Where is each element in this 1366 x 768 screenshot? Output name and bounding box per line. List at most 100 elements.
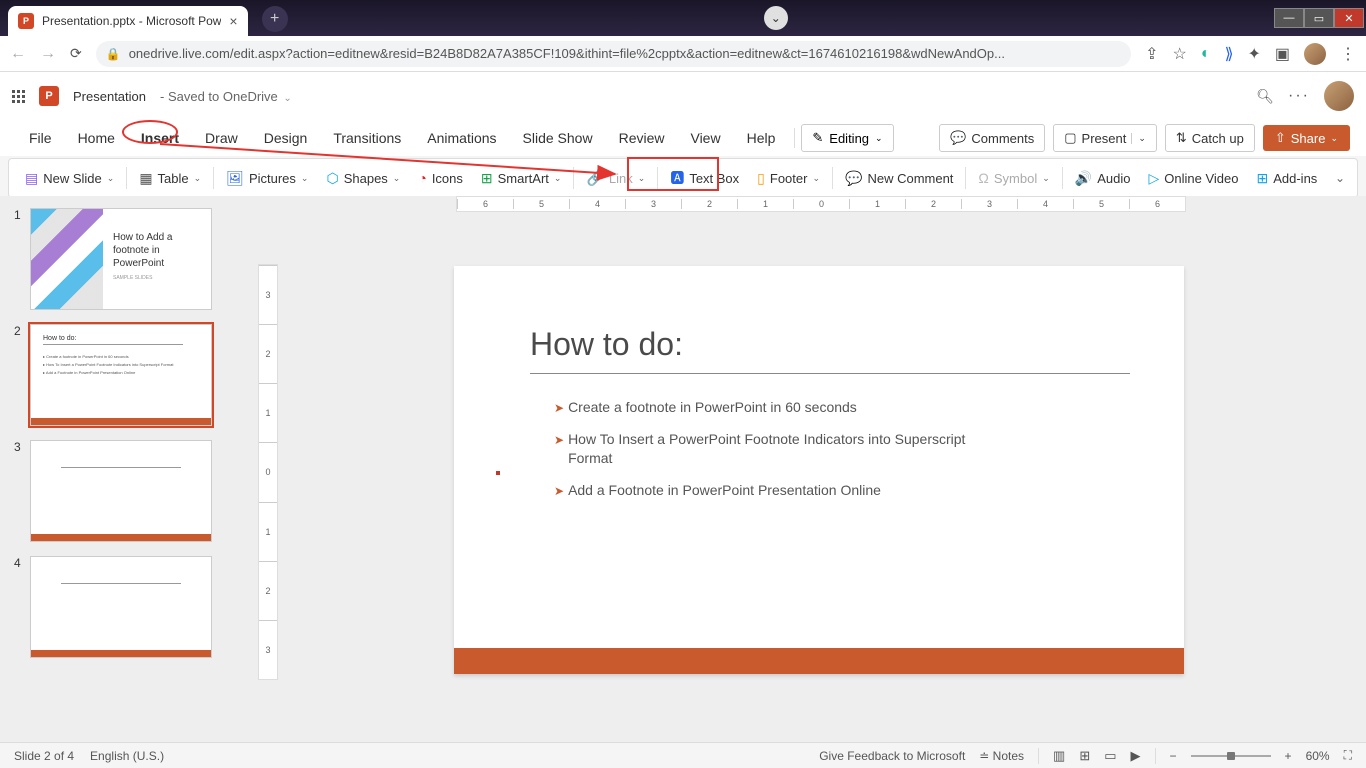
ruler-tick: 2 (259, 561, 277, 620)
menu-view[interactable]: View (677, 124, 733, 152)
extension-teal-icon[interactable]: ◐ (1201, 45, 1211, 63)
addins-button[interactable]: ⊞Add-ins (1248, 166, 1325, 191)
puzzle-icon[interactable]: ✦ (1247, 44, 1260, 64)
zoom-out-button[interactable]: − (1170, 749, 1177, 763)
menu-home[interactable]: Home (65, 124, 128, 152)
zoom-slider[interactable] (1191, 755, 1271, 757)
ruler-tick: 3 (259, 265, 277, 324)
content-area: 1 How to Add a footnote in PowerPoint SA… (0, 196, 1366, 742)
url-bar[interactable]: 🔒 onedrive.live.com/edit.aspx?action=edi… (96, 41, 1131, 67)
sidepanel-icon[interactable]: ▣ (1275, 44, 1290, 64)
status-separator (1155, 748, 1156, 764)
editing-mode-button[interactable]: ✎ Editing ⌄ (801, 124, 893, 152)
collapse-icon[interactable]: ⌄ (764, 6, 788, 30)
icons-button[interactable]: ◔Icons (410, 166, 471, 190)
zoom-in-button[interactable]: + (1285, 749, 1292, 763)
menu-slideshow[interactable]: Slide Show (510, 124, 606, 152)
pictures-button[interactable]: 🖼Pictures⌄ (218, 166, 316, 191)
menu-file[interactable]: File (16, 124, 65, 152)
new-tab-button[interactable]: + (262, 6, 288, 32)
close-window-button[interactable]: ✕ (1334, 8, 1364, 28)
bookmark-icon[interactable]: ☆ (1173, 44, 1187, 64)
menu-transitions[interactable]: Transitions (320, 124, 414, 152)
thumbnail-row: 4 (14, 556, 226, 658)
cast-icon[interactable]: ⟫ (1225, 44, 1234, 64)
menu-help[interactable]: Help (734, 124, 789, 152)
text-cursor-indicator (496, 471, 500, 475)
footer-button[interactable]: ▯Footer⌄ (749, 166, 828, 191)
document-title[interactable]: Presentation (73, 89, 146, 104)
new-comment-button[interactable]: 💬New Comment (837, 166, 961, 191)
tab-close-icon[interactable]: × (229, 13, 237, 29)
addins-icon: ⊞ (1256, 170, 1268, 187)
thumbnail-slide-2[interactable]: How to do: ▸ Create a footnote in PowerP… (30, 324, 212, 426)
thumb-title: How to do: (43, 335, 183, 345)
feedback-link[interactable]: Give Feedback to Microsoft (819, 749, 965, 763)
reload-button[interactable]: ⟳ (70, 45, 82, 62)
profile-avatar-icon[interactable] (1304, 43, 1326, 65)
present-button[interactable]: ▢Present⌄ (1053, 124, 1157, 152)
shapes-icon: ⬡ (326, 170, 338, 187)
menu-review[interactable]: Review (606, 124, 678, 152)
notes-button[interactable]: ≐ Notes (979, 749, 1024, 763)
share-button[interactable]: ⇧Share⌄ (1263, 125, 1350, 151)
thumb-accent-bar (31, 418, 211, 425)
browser-menu-icon[interactable]: ⋮ (1340, 44, 1356, 64)
audio-button[interactable]: 🔊Audio (1067, 166, 1139, 191)
shapes-button[interactable]: ⬡Shapes⌄ (318, 166, 408, 191)
browser-tab[interactable]: P Presentation.pptx - Microsoft Pow × (8, 6, 248, 36)
ruler-tick: 5 (513, 199, 569, 209)
symbol-button[interactable]: ΩSymbol⌄ (970, 166, 1057, 190)
menu-design[interactable]: Design (251, 124, 321, 152)
catch-up-button[interactable]: ⇅Catch up (1165, 124, 1255, 152)
zoom-handle[interactable] (1227, 752, 1235, 760)
thumbnail-slide-3[interactable] (30, 440, 212, 542)
status-bar: Slide 2 of 4 English (U.S.) Give Feedbac… (0, 742, 1366, 768)
sorter-view-button[interactable]: ⊞ (1079, 748, 1090, 764)
save-status[interactable]: - Saved to OneDrive ⌄ (160, 89, 292, 104)
thumbnail-slide-1[interactable]: How to Add a footnote in PowerPoint SAMP… (30, 208, 212, 310)
slideshow-view-button[interactable]: ▶ (1131, 748, 1141, 764)
share-url-icon[interactable]: ⇪ (1145, 44, 1158, 64)
menu-draw[interactable]: Draw (192, 124, 251, 152)
back-button[interactable]: ← (10, 45, 26, 63)
table-button[interactable]: ▦Table⌄ (131, 166, 209, 191)
window-controls: — ▭ ✕ (1274, 8, 1364, 28)
menu-insert[interactable]: Insert (128, 124, 192, 152)
url-text: onedrive.live.com/edit.aspx?action=editn… (129, 46, 1005, 61)
zoom-level[interactable]: 60% (1306, 749, 1330, 763)
link-icon: 🔗 (586, 170, 603, 187)
ruler-tick: 2 (681, 199, 737, 209)
slide-position[interactable]: Slide 2 of 4 (14, 749, 74, 763)
slide-canvas[interactable]: How to do: ➤Create a footnote in PowerPo… (454, 266, 1184, 674)
vertical-ruler[interactable]: 3 2 1 0 1 2 3 (258, 264, 278, 680)
slide-content-list[interactable]: ➤Create a footnote in PowerPoint in 60 s… (554, 398, 994, 512)
minimize-button[interactable]: — (1274, 8, 1304, 28)
search-icon[interactable]: 🔍︎ (1256, 88, 1274, 105)
new-slide-button[interactable]: ▤New Slide⌄ (17, 166, 122, 191)
horizontal-ruler[interactable]: 6 5 4 3 2 1 0 1 2 3 4 5 6 (456, 196, 1186, 212)
thumbnail-panel[interactable]: 1 How to Add a footnote in PowerPoint SA… (0, 196, 234, 742)
slide-canvas-area[interactable]: How to do: ➤Create a footnote in PowerPo… (234, 196, 1366, 742)
ribbon-expand-icon[interactable]: ⌄ (1331, 167, 1349, 189)
maximize-button[interactable]: ▭ (1304, 8, 1334, 28)
thumb-subtitle: SAMPLE SLIDES (113, 275, 203, 281)
normal-view-button[interactable]: ▥ (1053, 748, 1065, 764)
language-status[interactable]: English (U.S.) (90, 749, 164, 763)
slide-number: 4 (14, 556, 24, 658)
fit-to-window-button[interactable]: ⛶ (1344, 748, 1352, 763)
ribbon-separator (1062, 167, 1063, 189)
more-options-icon[interactable]: ··· (1288, 87, 1310, 105)
comments-button[interactable]: 💬Comments (939, 124, 1045, 152)
slide-title[interactable]: How to do: (530, 326, 1130, 374)
online-video-button[interactable]: ▷Online Video (1140, 166, 1246, 191)
thumbnail-slide-4[interactable] (30, 556, 212, 658)
app-launcher-button[interactable] (12, 90, 25, 103)
slide-accent-bar (454, 648, 1184, 674)
menu-animations[interactable]: Animations (414, 124, 509, 152)
forward-button[interactable]: → (40, 45, 56, 63)
user-avatar[interactable] (1324, 81, 1354, 111)
reading-view-button[interactable]: ▭ (1104, 748, 1116, 764)
smartart-button[interactable]: ⊞SmartArt⌄ (473, 166, 570, 191)
video-icon: ▷ (1148, 170, 1159, 187)
